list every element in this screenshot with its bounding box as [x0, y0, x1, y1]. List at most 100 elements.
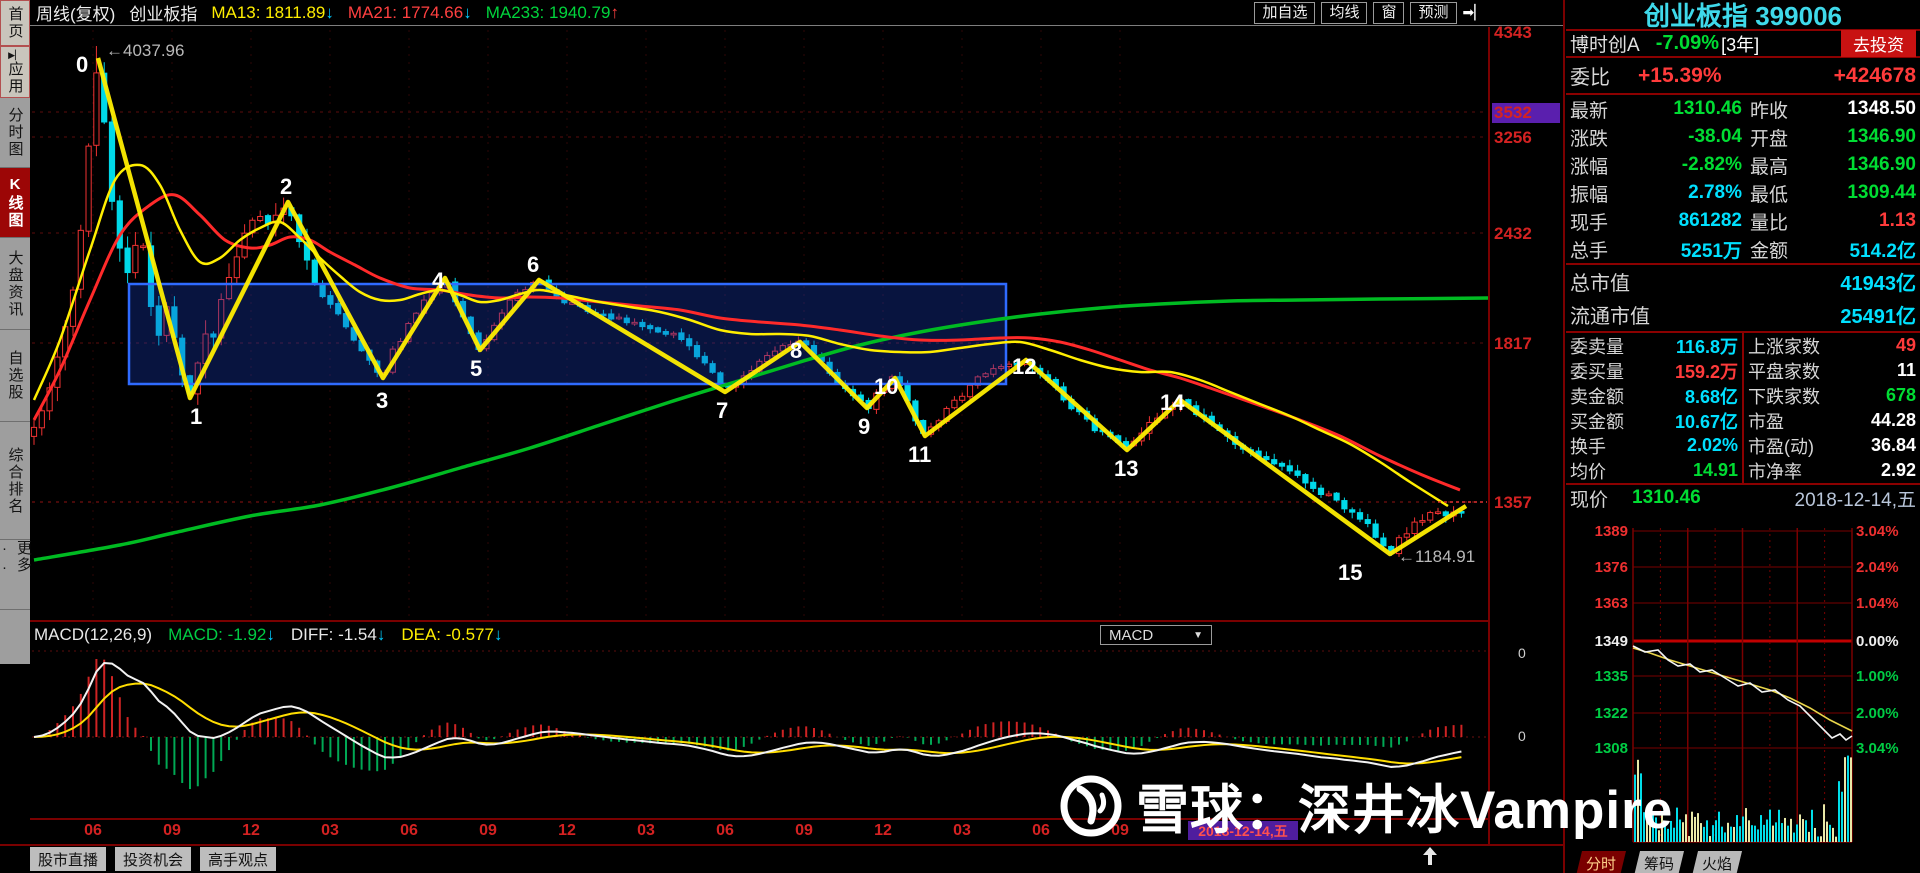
- svg-text:←1184.91: ←1184.91: [1398, 547, 1475, 566]
- quote-row: 最新 1310.46 昨收 1348.50: [1570, 98, 1916, 122]
- window-button[interactable]: 窗: [1373, 1, 1405, 24]
- mini-chart-tabs: 分时 筹码 火焰: [1576, 851, 1743, 873]
- price-tick: 3532: [1492, 103, 1560, 123]
- indicator-dropdown[interactable]: MACD ▼: [1100, 625, 1212, 645]
- svg-text:2: 2: [280, 174, 292, 199]
- price-tick: 4343: [1494, 23, 1532, 42]
- weibi-label: 委比: [1570, 67, 1610, 89]
- current-price-row: 现价 1310.46 2018-12-14,五: [1566, 483, 1920, 511]
- instrument-title: 创业板指 399006: [1566, 0, 1920, 31]
- sidebar-item-0[interactable]: 首页: [0, 0, 30, 46]
- down-arrow-icon: ↓: [325, 2, 334, 22]
- month-tick: 09: [479, 822, 497, 839]
- month-tick: 09: [1111, 822, 1129, 839]
- up-arrow-icon: ↑: [610, 2, 619, 22]
- fund-name: 博时创A: [1570, 35, 1640, 56]
- detail-row: 均价 14.91 市净率 2.92: [1566, 458, 1920, 483]
- down-arrow-icon: ↓: [463, 2, 472, 22]
- detail-rows: 委卖量 116.8万 上涨家数 49 委买量 159.2万 平盘家数 11 卖金额 8.68亿 下跌…: [1566, 333, 1920, 483]
- svg-text:1389: 1389: [1595, 523, 1628, 540]
- sidebar-item-2[interactable]: 分时图: [0, 98, 30, 168]
- svg-text:1376: 1376: [1595, 559, 1628, 576]
- add-watchlist-button[interactable]: 加自选: [1254, 1, 1316, 24]
- fund-row: 博时创A -7.09% [3年] 去投资: [1566, 30, 1920, 58]
- weibi-value: +15.39%: [1638, 63, 1722, 87]
- ma233-value: MA233: 1940.79↑: [485, 2, 619, 22]
- main-kline-chart[interactable]: 0123456789101112131415←4037.96←1184.91: [30, 27, 1490, 622]
- mini-tab-筹码[interactable]: 筹码: [1634, 851, 1685, 873]
- month-tick: 12: [874, 822, 892, 839]
- svg-text:11: 11: [908, 442, 931, 467]
- app-icon: ▶▏: [8, 49, 22, 60]
- cap-row: 总市值 41943亿: [1570, 273, 1916, 295]
- stock-app-window: 首页 ▶▏ 应用 分时图 K线图 大盘资讯 自选股 综合排名 更多·· 周线(复权) 创业板指 …: [0, 0, 1920, 873]
- bottom-tab-1[interactable]: 投资机会: [115, 847, 192, 871]
- svg-text:5: 5: [470, 356, 482, 381]
- bottom-tab-2[interactable]: 高手观点: [200, 847, 277, 871]
- month-tick: 06: [1032, 822, 1050, 839]
- sidebar-item-7[interactable]: 更多··: [0, 540, 32, 610]
- sidebar-nav: 首页 ▶▏ 应用 分时图 K线图 大盘资讯 自选股 综合排名 更多··: [0, 0, 32, 664]
- svg-text:6: 6: [527, 252, 539, 277]
- detail-row: 卖金额 8.68亿 下跌家数 678: [1566, 383, 1920, 408]
- toolbar-buttons: 加自选 均线 窗 预测 ➡▏: [1254, 1, 1486, 24]
- ma21-value: MA21: 1774.66↓: [347, 2, 472, 22]
- month-tick: 12: [558, 822, 576, 839]
- macd-pane[interactable]: [30, 648, 1490, 818]
- dea-value: DEA: -0.577↓: [401, 625, 503, 644]
- svg-text:←4037.96: ←4037.96: [106, 41, 184, 60]
- svg-text:0: 0: [76, 52, 88, 77]
- sidebar-item-3[interactable]: K线图: [0, 168, 30, 238]
- sidebar-item-6[interactable]: 综合排名: [0, 422, 30, 540]
- detail-row: 换手 2.02% 市盈(动) 36.84: [1566, 433, 1920, 458]
- divider: [0, 844, 1565, 846]
- indicator-dropdown-label: MACD: [1109, 626, 1154, 644]
- down-arrow-icon: ↓: [376, 625, 386, 644]
- svg-text:1: 1: [190, 404, 202, 429]
- bottom-tab-0[interactable]: 股市直播: [30, 847, 107, 871]
- macd-axis-zero: 0: [1518, 728, 1526, 744]
- mini-tab-分时[interactable]: 分时: [1576, 851, 1627, 873]
- svg-text:1308: 1308: [1595, 740, 1628, 757]
- ma-settings-button[interactable]: 均线: [1321, 1, 1368, 24]
- svg-text:2.00%: 2.00%: [1856, 705, 1899, 722]
- svg-text:7: 7: [716, 398, 728, 423]
- cap-row: 流通市值 25491亿: [1570, 306, 1916, 328]
- quote-row: 涨幅 -2.82% 最高 1346.90: [1570, 154, 1916, 178]
- month-tick: 03: [953, 822, 971, 839]
- weibi-diff: +424678: [1833, 63, 1916, 87]
- scroll-up-icon[interactable]: [1420, 845, 1440, 867]
- macd-header: MACD(12,26,9) MACD: -1.92↓ DIFF: -1.54↓ …: [30, 622, 1490, 648]
- quote-rows: 最新 1310.46 昨收 1348.50 涨跌 -38.04 开盘 1346.90 涨幅 -2.…: [1566, 95, 1920, 263]
- macd-axis-zero: 0: [1518, 645, 1526, 661]
- date-marker: 2018-12-14,五: [1188, 821, 1298, 840]
- mini-tab-火焰[interactable]: 火焰: [1692, 851, 1743, 873]
- price-tick: 1357: [1494, 493, 1532, 512]
- period-label[interactable]: 周线(复权): [36, 0, 115, 25]
- fund-tag: [3年]: [1721, 34, 1760, 55]
- detail-row: 委买量 159.2万 平盘家数 11: [1566, 358, 1920, 383]
- svg-text:2.04%: 2.04%: [1856, 559, 1899, 576]
- svg-text:3: 3: [376, 388, 388, 413]
- svg-text:10: 10: [874, 374, 898, 399]
- intraday-mini-chart[interactable]: 1389 3.04% 1376 2.04% 1363 1.04% 1349 0.00% 1335…: [1566, 520, 1920, 850]
- svg-text:1349: 1349: [1595, 633, 1628, 650]
- chart-toolbar: 周线(复权) 创业板指 MA13: 1811.89↓ MA21: 1774.66…: [30, 0, 1563, 26]
- macd-value: MACD: -1.92↓: [168, 625, 275, 644]
- sidebar-item-1[interactable]: ▶▏ 应用: [0, 46, 30, 98]
- collapse-panel-icon[interactable]: ➡▏: [1463, 4, 1486, 21]
- sidebar-item-5[interactable]: 自选股: [0, 330, 30, 422]
- current-price-value: 1310.46: [1632, 487, 1701, 508]
- price-tick: 3256: [1494, 128, 1532, 147]
- svg-text:12: 12: [1012, 354, 1036, 379]
- forecast-button[interactable]: 预测: [1410, 1, 1457, 24]
- panel-divider: [1563, 0, 1565, 873]
- chevron-down-icon: ▼: [1193, 629, 1203, 641]
- svg-text:3.04%: 3.04%: [1856, 740, 1899, 757]
- invest-button[interactable]: 去投资: [1841, 30, 1916, 57]
- bottom-tabs: 股市直播 投资机会 高手观点: [30, 847, 277, 871]
- svg-text:9: 9: [858, 414, 870, 439]
- month-tick: 12: [242, 822, 260, 839]
- price-tick: 1817: [1494, 334, 1532, 353]
- sidebar-item-4[interactable]: 大盘资讯: [0, 238, 30, 330]
